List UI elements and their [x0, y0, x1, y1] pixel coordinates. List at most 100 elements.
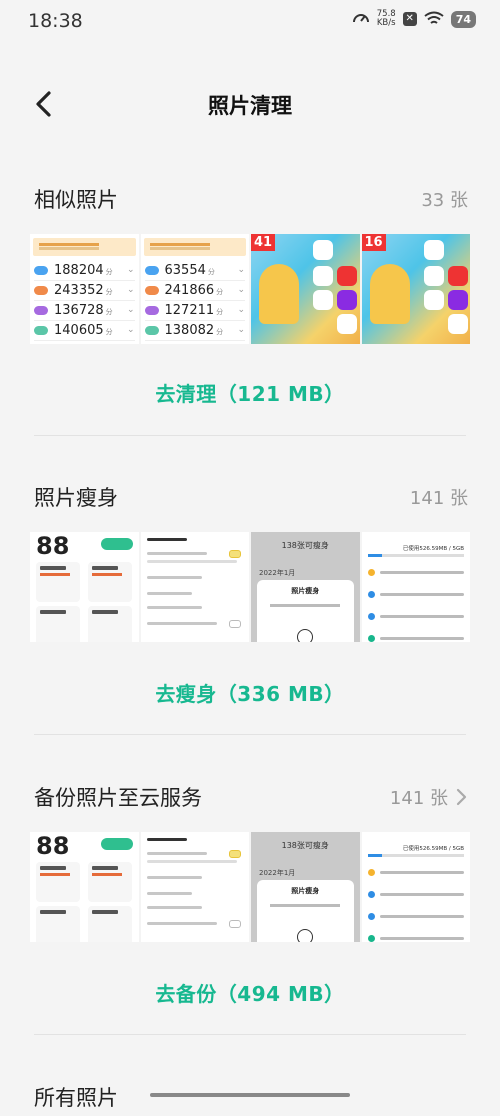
slim-date: 2022年1月: [259, 569, 296, 577]
backup-button[interactable]: 去备份（494 MB）: [0, 978, 500, 1007]
photo-thumbnail[interactable]: 88: [30, 832, 139, 942]
chevron-down-icon: ⌄: [126, 285, 135, 295]
photo-thumbnail[interactable]: 138张可瘦身 2022年1月 照片瘦身: [251, 532, 360, 642]
section-title: 照片瘦身: [34, 486, 118, 510]
text-line: [146, 622, 217, 625]
date-badge: 16: [361, 234, 386, 251]
ux-pill-icon: [144, 325, 159, 335]
score-value: 127211 分: [164, 302, 224, 318]
divider: [34, 1034, 466, 1035]
text-line: [146, 852, 207, 855]
count-text: 141 张: [409, 488, 468, 509]
text-line: [146, 906, 202, 909]
photo-thumbnail[interactable]: 138张可瘦身 2022年1月 照片瘦身: [251, 832, 360, 942]
list-row: [367, 608, 464, 624]
warning-banner: [33, 238, 136, 256]
date-badge: 41: [251, 234, 276, 251]
text-line: [146, 538, 187, 541]
score-88: 88: [36, 832, 70, 860]
status-icons: 75.8 KB/s ✕ 74: [352, 10, 476, 28]
chevron-down-icon: ⌄: [237, 285, 245, 295]
score-row: 241866 分 ⌄: [144, 280, 245, 301]
photo-thumbnail[interactable]: 188204 分 ⌄ 243352 分 ⌄ 136728 分 ⌄ 140605 分 ⌄: [30, 234, 139, 344]
text-line: [146, 838, 187, 841]
score-row: 127211 分 ⌄: [144, 300, 245, 321]
app-icon: [313, 266, 333, 286]
ux-pill-icon: [34, 325, 48, 335]
backup-photo-strip: 88 138张可瘦身 2022年1月 照片瘦身 已使用526.59MB / 5G…: [30, 832, 470, 942]
app-icon: [447, 290, 468, 310]
section-similar-header[interactable]: 相似照片 33 张: [34, 178, 468, 218]
text-line: [146, 606, 202, 609]
plus-circle-icon: [297, 629, 314, 642]
status-bar: 18:38 75.8 KB/s ✕ 74: [0, 0, 500, 44]
app-icon: [423, 290, 444, 310]
top-bar: 照片清理: [0, 80, 500, 128]
photo-thumbnail[interactable]: 16: [361, 234, 470, 344]
text-line: [146, 576, 202, 579]
status-time: 18:38: [28, 10, 83, 32]
section-slim-header[interactable]: 照片瘦身 141 张: [34, 476, 468, 516]
score-row: 136728 分 ⌄: [34, 300, 135, 321]
plus-circle-icon: [297, 929, 314, 942]
app-icon: [447, 266, 468, 286]
feature-tile: [88, 606, 132, 642]
sheet-title: 照片瘦身: [291, 587, 320, 595]
score-row: 63554 分 ⌄: [144, 260, 245, 281]
toggle-image: [229, 920, 241, 928]
list-row: [367, 864, 464, 880]
slim-button[interactable]: 去瘦身（336 MB）: [0, 678, 500, 707]
score-value: 241866 分: [164, 282, 224, 298]
photo-thumbnail[interactable]: 已使用526.59MB / 5GB: [361, 832, 470, 942]
slim-title: 138张可瘦身: [281, 841, 329, 850]
section-count: 141 张: [390, 784, 468, 810]
one-tap-button-image: [100, 538, 133, 550]
slim-photo-strip: 88 138张可瘦身 2022年1月 照片瘦身 已使用526.59MB / 5G…: [30, 532, 470, 642]
section-count: 33 张: [421, 186, 468, 212]
photo-thumbnail[interactable]: [140, 532, 249, 642]
list-row: [367, 630, 464, 642]
app-icon: [423, 266, 444, 286]
app-icon: [423, 240, 444, 260]
chevron-down-icon: ⌄: [237, 265, 245, 275]
gpu-pill-icon: [34, 285, 48, 295]
sim-off-icon: ✕: [402, 12, 417, 26]
score-row: 243352 分 ⌄: [34, 280, 135, 301]
text-line: [146, 876, 202, 879]
photo-thumbnail[interactable]: 已使用526.59MB / 5GB: [361, 532, 470, 642]
cpu-pill-icon: [144, 265, 159, 275]
mem-pill-icon: [34, 305, 48, 315]
net-speed-unit: KB/s: [376, 18, 396, 28]
section-backup-header[interactable]: 备份照片至云服务 141 张: [34, 776, 468, 816]
dialog-sheet: 照片瘦身: [257, 580, 354, 642]
clean-button[interactable]: 去清理（121 MB）: [0, 378, 500, 407]
chevron-down-icon: ⌄: [126, 325, 135, 335]
score-value: 140605 分: [54, 322, 113, 338]
photo-thumbnail[interactable]: [140, 832, 249, 942]
page-title: 照片清理: [208, 94, 292, 118]
list-row: [367, 930, 464, 942]
feature-tile: [36, 606, 80, 642]
feature-tile: [36, 906, 80, 942]
section-title: 相似照片: [34, 188, 118, 212]
similar-photo-strip: 188204 分 ⌄ 243352 分 ⌄ 136728 分 ⌄ 140605 分 ⌄ 6355…: [30, 234, 470, 344]
usage-bar: [367, 554, 464, 557]
feature-tile: [88, 906, 132, 942]
section-count: 141 张: [410, 484, 468, 510]
feature-tile: [36, 562, 80, 602]
home-indicator[interactable]: [150, 1093, 350, 1097]
one-tap-button-image: [100, 838, 133, 850]
list-row: [367, 886, 464, 902]
score-value: 138082 分: [164, 322, 224, 338]
list-row: [367, 908, 464, 924]
score-row: 140605 分 ⌄: [34, 320, 135, 341]
dialog-sheet: 照片瘦身: [257, 880, 354, 942]
app-icon: [447, 314, 468, 334]
cloud-usage: 已使用526.59MB / 5GB: [402, 546, 464, 552]
photo-thumbnail[interactable]: 41: [251, 234, 360, 344]
chevron-right-icon: [456, 788, 467, 806]
photo-thumbnail[interactable]: 63554 分 ⌄ 241866 分 ⌄ 127211 分 ⌄ 138082 分 ⌄: [140, 234, 249, 344]
photo-thumbnail[interactable]: 88: [30, 532, 139, 642]
divider: [34, 734, 466, 735]
score-88: 88: [36, 532, 70, 560]
